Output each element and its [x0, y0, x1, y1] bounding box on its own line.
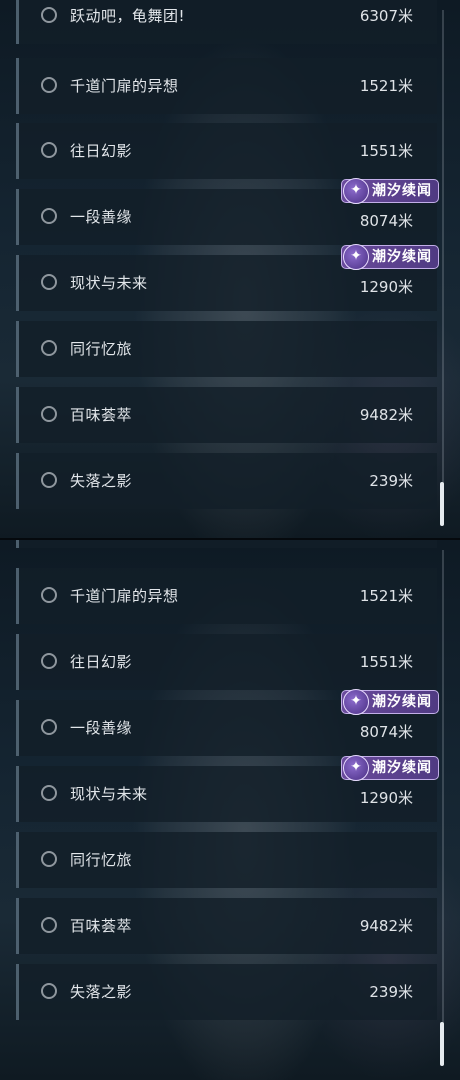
- quest-title: 同行忆旅: [70, 340, 133, 358]
- feather-swirl-icon: ✦: [343, 244, 369, 270]
- tidal-tale-badge: ✦ 潮汐续闻: [341, 244, 439, 270]
- badge-label: 潮汐续闻: [372, 694, 432, 710]
- track-radio[interactable]: [41, 719, 57, 735]
- quest-title: 一段善缘: [70, 719, 133, 737]
- track-radio[interactable]: [41, 208, 57, 224]
- quest-title: 往日幻影: [70, 653, 133, 671]
- quest-title: 失落之影: [70, 983, 133, 1001]
- quest-distance: 9482米: [359, 406, 413, 424]
- quest-title: 失落之影: [70, 472, 133, 490]
- quest-row[interactable]: 失落之影 239米: [16, 453, 437, 509]
- quest-title: 同行忆旅: [70, 851, 133, 869]
- scrollbar-track[interactable]: [442, 550, 444, 1065]
- quest-title: 千道门扉的异想: [70, 587, 179, 605]
- quest-row[interactable]: 跃动吧，龟舞团! 6307米: [16, 0, 437, 44]
- track-radio[interactable]: [41, 983, 57, 999]
- quest-row[interactable]: 失落之影 239米: [16, 964, 437, 1020]
- quest-row[interactable]: 千道门扉的异想 1521米: [16, 58, 437, 114]
- track-radio[interactable]: [41, 851, 57, 867]
- quest-distance: 1521米: [359, 77, 413, 95]
- quest-distance: 6307米: [359, 7, 413, 25]
- tidal-tale-badge: ✦ 潮汐续闻: [341, 755, 439, 781]
- track-radio[interactable]: [41, 406, 57, 422]
- quest-list-panel-top: 跃动吧，龟舞团! 6307米 千道门扉的异想 1521米 往日幻影 1551米 …: [0, 0, 460, 540]
- tidal-tale-badge: ✦ 潮汐续闻: [341, 689, 439, 715]
- track-radio[interactable]: [41, 274, 57, 290]
- quest-title: 现状与未来: [70, 274, 148, 292]
- badge-label: 潮汐续闻: [372, 183, 432, 199]
- feather-swirl-icon: ✦: [343, 755, 369, 781]
- quest-list-panel-bottom: 千道门扉的异想 1521米 往日幻影 1551米 一段善缘 8074米 ✦ 潮汐…: [0, 540, 460, 1080]
- track-radio[interactable]: [41, 653, 57, 669]
- scrollbar-track[interactable]: [442, 10, 444, 525]
- quest-title: 一段善缘: [70, 208, 133, 226]
- track-radio[interactable]: [41, 917, 57, 933]
- quest-distance: 1551米: [359, 142, 413, 160]
- quest-title: 百味荟萃: [70, 917, 133, 935]
- track-radio[interactable]: [41, 7, 57, 23]
- tidal-tale-badge: ✦ 潮汐续闻: [341, 178, 439, 204]
- badge-label: 潮汐续闻: [372, 760, 432, 776]
- quest-row[interactable]: 同行忆旅: [16, 832, 437, 888]
- track-radio[interactable]: [41, 587, 57, 603]
- quest-row-partial: [16, 540, 437, 548]
- quest-row[interactable]: 百味荟萃 9482米: [16, 898, 437, 954]
- quest-distance: 9482米: [359, 917, 413, 935]
- quest-list: 千道门扉的异想 1521米 往日幻影 1551米 一段善缘 8074米 ✦ 潮汐…: [16, 540, 439, 1080]
- feather-swirl-icon: ✦: [343, 178, 369, 204]
- track-radio[interactable]: [41, 142, 57, 158]
- quest-row[interactable]: 百味荟萃 9482米: [16, 387, 437, 443]
- quest-list: 跃动吧，龟舞团! 6307米 千道门扉的异想 1521米 往日幻影 1551米 …: [16, 0, 439, 528]
- track-radio[interactable]: [41, 785, 57, 801]
- scrollbar-thumb[interactable]: [440, 482, 444, 526]
- quest-title: 跃动吧，龟舞团!: [70, 7, 186, 25]
- track-radio[interactable]: [41, 472, 57, 488]
- badge-label: 潮汐续闻: [372, 249, 432, 265]
- quest-row[interactable]: 一段善缘 8074米 ✦ 潮汐续闻: [16, 178, 439, 245]
- quest-row[interactable]: 一段善缘 8074米 ✦ 潮汐续闻: [16, 689, 439, 756]
- scrollbar-thumb[interactable]: [440, 1022, 444, 1066]
- quest-row[interactable]: 现状与未来 1290米 ✦ 潮汐续闻: [16, 755, 439, 822]
- quest-row[interactable]: 千道门扉的异想 1521米: [16, 568, 437, 624]
- quest-title: 千道门扉的异想: [70, 77, 179, 95]
- track-radio[interactable]: [41, 340, 57, 356]
- quest-row[interactable]: 往日幻影 1551米: [16, 634, 437, 690]
- quest-title: 往日幻影: [70, 142, 133, 160]
- quest-distance: 1551米: [359, 653, 413, 671]
- track-radio[interactable]: [41, 77, 57, 93]
- quest-row[interactable]: 往日幻影 1551米: [16, 123, 437, 179]
- feather-swirl-icon: ✦: [343, 689, 369, 715]
- quest-row[interactable]: 同行忆旅: [16, 321, 437, 377]
- quest-row[interactable]: 现状与未来 1290米 ✦ 潮汐续闻: [16, 244, 439, 311]
- quest-distance: 239米: [369, 983, 413, 1001]
- quest-distance: 239米: [369, 472, 413, 490]
- quest-title: 现状与未来: [70, 785, 148, 803]
- quest-title: 百味荟萃: [70, 406, 133, 424]
- quest-distance: 1521米: [359, 587, 413, 605]
